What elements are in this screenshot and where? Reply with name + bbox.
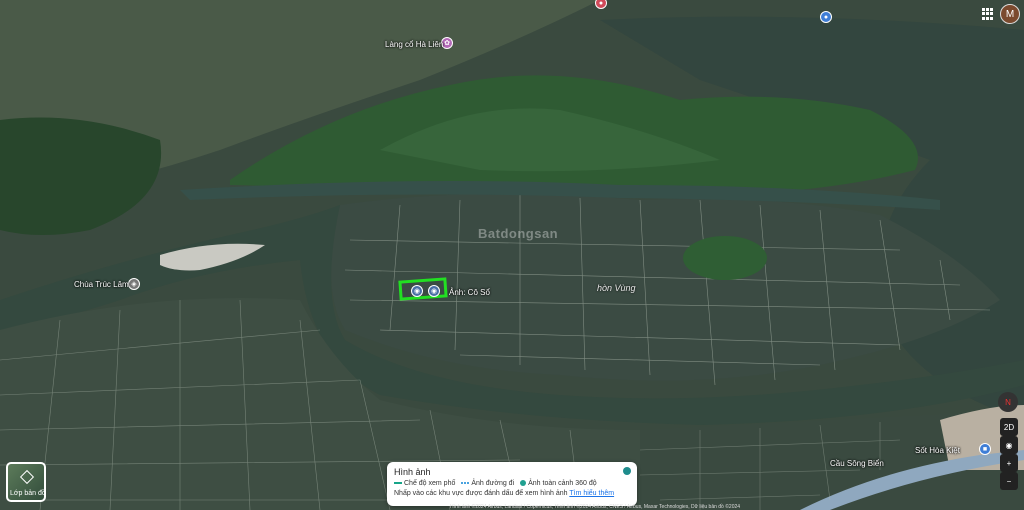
blue-pin-icon[interactable]: ● (820, 11, 832, 23)
zoom-out-button[interactable]: − (1000, 472, 1018, 490)
layers-button[interactable]: Lớp bản đồ (6, 462, 46, 502)
photo-marker-icon[interactable]: ◉ (428, 285, 440, 297)
pagoda-pin-icon[interactable]: ◈ (128, 278, 140, 290)
photo-layer-panel: Hình ảnh Chế độ xem phố Ảnh đường đi Ảnh… (387, 462, 637, 506)
photo-marker-icon[interactable]: ◉ (411, 285, 423, 297)
place-label-bus[interactable]: Sốt Hòa Kiệt (915, 446, 960, 455)
layers-icon (19, 469, 35, 485)
place-label-cau[interactable]: Cầu Sông Biển (830, 459, 884, 468)
legend-row: Chế độ xem phố Ảnh đường đi Ảnh toàn cản… (394, 480, 597, 487)
bus-station-pin-icon[interactable]: ■ (979, 443, 991, 455)
legend-road-photo: Ảnh đường đi (461, 480, 514, 487)
satellite-map[interactable] (0, 0, 1024, 510)
panel-description: Nhấp vào các khu vực được đánh dấu để xe… (394, 490, 615, 497)
map-attribution: Hình ảnh ©2024 Airbus, Landsat / Coperni… (450, 504, 741, 510)
place-label-anh-co[interactable]: Ảnh: Cô Sổ (449, 288, 490, 297)
panel-toggle-icon[interactable] (623, 467, 631, 475)
legend-street-view: Chế độ xem phố (394, 480, 455, 487)
avatar[interactable]: M (1000, 4, 1020, 24)
panel-title: Hình ảnh (394, 467, 431, 477)
apps-grid-icon[interactable] (982, 8, 994, 20)
layers-label: Lớp bản đồ (10, 490, 46, 497)
zoom-in-button[interactable]: + (1000, 454, 1018, 472)
place-label-hon-vung: hòn Vùng (597, 283, 636, 293)
legend-panorama: Ảnh toàn cảnh 360 độ (520, 480, 597, 487)
learn-more-link[interactable]: Tìm hiểu thêm (569, 490, 614, 497)
account-area: M (982, 4, 1020, 24)
place-label-lang-co[interactable]: Làng cổ Hà Liên (385, 40, 443, 49)
compass-icon[interactable]: N (998, 392, 1018, 412)
toggle-2d-button[interactable]: 2D (1000, 418, 1018, 436)
locate-me-icon[interactable]: ◉ (1000, 436, 1018, 454)
place-label-chua[interactable]: Chùa Trúc Lâm (74, 280, 129, 289)
watermark: Batdongsan (478, 226, 559, 241)
selected-parcel-outline[interactable] (398, 277, 448, 301)
